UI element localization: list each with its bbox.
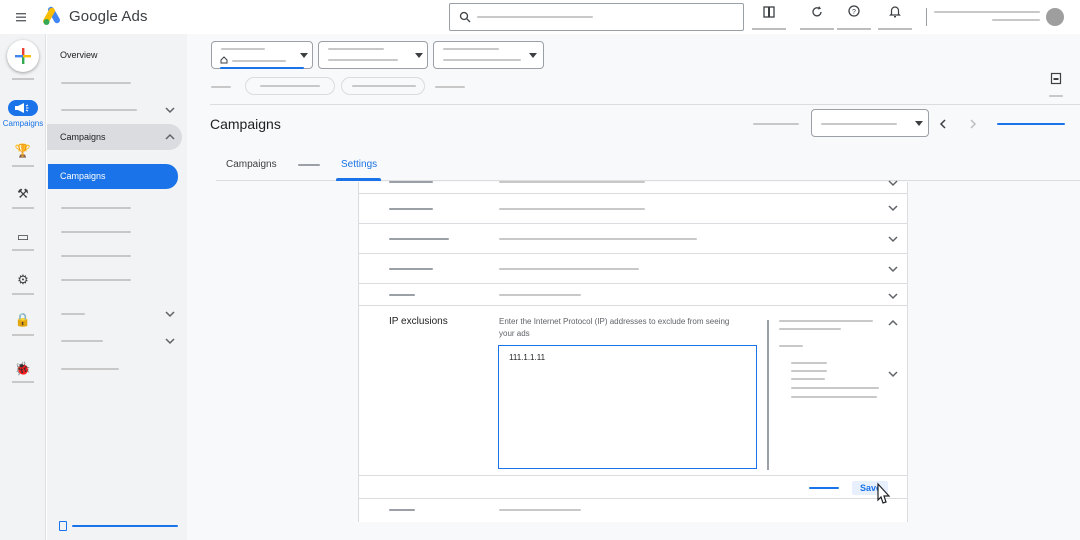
account-selector[interactable] — [211, 41, 313, 69]
mouse-cursor-icon — [877, 482, 891, 504]
refresh-button[interactable] — [800, 4, 834, 30]
left-rail: Campaigns 🏆 ⚒ ▭ ⚙ 🔒 🐞 — [0, 34, 46, 540]
settings-row[interactable] — [359, 284, 907, 306]
gear-icon[interactable]: ⚙ — [13, 271, 33, 289]
active-tab-indicator — [336, 178, 381, 181]
sidebar-group-campaigns[interactable]: Campaigns — [47, 124, 182, 150]
chevron-down-icon[interactable] — [886, 203, 900, 213]
divider — [926, 8, 927, 26]
chevron-down-icon[interactable] — [886, 369, 900, 379]
page-title: Campaigns — [210, 116, 281, 132]
settings-row[interactable] — [359, 180, 907, 194]
campaign-selector[interactable] — [318, 41, 428, 69]
svg-text:?: ? — [852, 9, 856, 16]
sidebar: Overview Campaigns Campaigns — [47, 34, 187, 540]
sidebar-item[interactable] — [61, 207, 131, 209]
rail-label-campaigns: Campaigns — [2, 119, 44, 128]
lock-icon[interactable]: 🔒 — [13, 311, 33, 329]
sidebar-item[interactable] — [61, 279, 131, 281]
tab-placeholder[interactable] — [298, 164, 320, 166]
chevron-down-icon[interactable] — [163, 309, 177, 319]
ip-exclusions-title: IP exclusions — [389, 316, 448, 327]
megaphone-icon — [15, 103, 29, 113]
chevron-left-icon[interactable] — [937, 118, 949, 130]
form-actions: Save — [359, 475, 907, 499]
ip-exclusions-help: Enter the Internet Protocol (IP) address… — [499, 317, 730, 338]
filter-chip[interactable] — [341, 77, 425, 95]
bug-icon[interactable]: 🐞 — [13, 360, 33, 378]
plus-icon — [15, 48, 31, 64]
reports-icon — [763, 6, 775, 18]
avatar[interactable] — [1046, 8, 1064, 26]
chevron-up-icon[interactable] — [163, 132, 177, 142]
tab-campaigns[interactable]: Campaigns — [226, 159, 277, 170]
search-placeholder — [477, 16, 593, 18]
sidebar-group-label: Campaigns — [60, 132, 106, 142]
notifications-button[interactable] — [878, 4, 912, 30]
adgroup-selector[interactable] — [433, 41, 544, 69]
sidebar-item[interactable] — [61, 340, 103, 342]
sidebar-item[interactable] — [61, 109, 137, 111]
refresh-icon — [812, 6, 822, 17]
settings-panel: IP exclusions Enter the Internet Protoco… — [358, 180, 908, 522]
reports-button[interactable] — [752, 4, 786, 30]
filter-chip[interactable] — [245, 77, 335, 95]
google-ads-logo — [42, 6, 64, 26]
date-range-label — [997, 123, 1065, 125]
search-icon — [459, 11, 471, 23]
account-name — [934, 11, 1040, 13]
device-mode-link[interactable] — [72, 525, 178, 527]
chevron-right-icon[interactable] — [967, 118, 979, 130]
account-id — [992, 19, 1040, 21]
tab-bar: Campaigns Settings — [216, 148, 1080, 181]
dropdown-arrow-icon — [529, 53, 537, 58]
sidebar-item[interactable] — [61, 313, 85, 315]
cancel-button[interactable] — [809, 487, 839, 489]
chevron-down-icon[interactable] — [886, 264, 900, 274]
sidebar-item[interactable] — [61, 231, 131, 233]
top-bar: Google Ads ? — [0, 0, 1080, 34]
settings-row[interactable] — [359, 194, 907, 224]
date-range-selector[interactable] — [811, 109, 929, 137]
chevron-up-icon[interactable] — [886, 318, 900, 328]
settings-row[interactable] — [359, 224, 907, 254]
trophy-icon[interactable]: 🏆 — [13, 142, 33, 160]
sidebar-item[interactable] — [61, 368, 119, 370]
sidebar-item-overview[interactable]: Overview — [60, 50, 98, 60]
billing-icon[interactable]: ▭ — [13, 228, 33, 246]
ip-address-value: 111.1.1.11 — [509, 353, 546, 362]
dropdown-arrow-icon — [300, 53, 308, 58]
sidebar-item[interactable] — [61, 255, 131, 257]
save-view-icon[interactable] — [1050, 72, 1062, 86]
dropdown-arrow-icon — [415, 53, 423, 58]
tab-settings[interactable]: Settings — [341, 159, 377, 170]
sidebar-item[interactable] — [61, 82, 131, 84]
chevron-down-icon[interactable] — [163, 105, 177, 115]
home-icon — [220, 56, 228, 64]
help-icon: ? — [848, 5, 860, 17]
rail-item-campaigns[interactable] — [8, 100, 38, 116]
menu-icon[interactable] — [14, 10, 30, 24]
brand-name: Google Ads — [69, 8, 148, 25]
chevron-down-icon[interactable] — [886, 178, 900, 188]
search-box[interactable] — [449, 3, 744, 31]
device-icon[interactable] — [59, 521, 67, 531]
chevron-down-icon[interactable] — [886, 291, 900, 301]
tools-icon[interactable]: ⚒ — [13, 185, 33, 203]
chevron-down-icon[interactable] — [163, 336, 177, 346]
create-button[interactable] — [7, 40, 39, 72]
chevron-down-icon[interactable] — [886, 234, 900, 244]
ip-exclusions-textarea[interactable]: 111.1.1.11 — [498, 345, 757, 469]
sidebar-item-campaigns[interactable]: Campaigns — [48, 164, 178, 189]
help-button[interactable]: ? — [837, 4, 871, 30]
dropdown-arrow-icon — [915, 121, 923, 126]
bell-icon — [889, 6, 901, 18]
settings-row[interactable] — [359, 254, 907, 284]
sidebar-item-label: Campaigns — [60, 171, 106, 181]
